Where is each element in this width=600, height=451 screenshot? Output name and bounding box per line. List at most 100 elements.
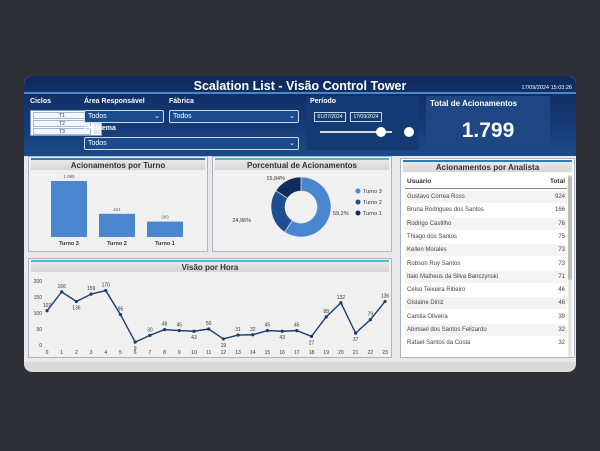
- x-tick-label: 14: [250, 350, 256, 356]
- table-row[interactable]: Abimael dos Santos Felizardo 32: [405, 324, 567, 336]
- slice-label: 59,2%: [333, 211, 349, 217]
- col-total[interactable]: Total: [550, 178, 565, 185]
- x-tick-label: 10: [191, 350, 197, 356]
- data-label: 1.065: [63, 174, 75, 179]
- data-point: [162, 328, 167, 332]
- data-label: 45: [176, 323, 182, 329]
- ciclo-item[interactable]: T2: [33, 120, 91, 127]
- row-total: 75: [558, 233, 565, 240]
- data-label: 37: [353, 337, 359, 343]
- x-tick-label: 3: [90, 350, 93, 356]
- x-tick-label: 23: [382, 350, 388, 356]
- hora-panel: Visão por Hora 0 50 100 150 200 107 0 166 1 136 2 1…: [28, 258, 392, 358]
- table-scrollbar-thumb[interactable]: [568, 176, 572, 280]
- data-label: 136: [72, 305, 81, 311]
- bar: [147, 221, 183, 237]
- hora-line-chart: 0501001502001070166113621593170495596307…: [34, 279, 390, 356]
- data-point: [148, 333, 152, 337]
- data-point: [118, 313, 123, 317]
- series-line: [46, 289, 386, 344]
- bar: [51, 181, 87, 237]
- periodo-start-date[interactable]: 01/07/2024: [314, 112, 346, 122]
- table-row[interactable]: Gustavo Correa Ross 924: [405, 191, 567, 203]
- data-point: [309, 334, 314, 338]
- row-usuario: Bruna Rodrigues dos Santos: [407, 207, 484, 214]
- row-total: 166: [554, 207, 565, 214]
- total-value: 1.799: [461, 119, 515, 142]
- x-tick-label: 7: [148, 350, 151, 356]
- ciclo-item[interactable]: T3: [33, 128, 91, 135]
- x-tick-label: 13: [235, 350, 241, 356]
- x-tick-label: 15: [265, 350, 271, 356]
- y-tick-label: 150: [34, 295, 43, 301]
- data-label: 293: [161, 215, 169, 220]
- data-point: [236, 333, 240, 337]
- data-point: [221, 337, 225, 341]
- row-usuario: Italo Matheus da Silva Banczynski: [407, 273, 499, 280]
- row-total: 32: [558, 327, 565, 333]
- data-label: 27: [309, 340, 315, 346]
- area-dropdown[interactable]: Todos ⌄: [84, 110, 164, 123]
- data-label: 50: [206, 321, 212, 327]
- x-tick-label: Turno 2: [107, 241, 127, 247]
- table-row[interactable]: Rodrigo Castilho 76: [405, 217, 567, 230]
- row-total: 73: [558, 247, 565, 254]
- data-point: [295, 329, 299, 333]
- y-tick-label: 50: [36, 327, 42, 333]
- legend-label: Turno 2: [363, 200, 382, 206]
- x-tick-label: 20: [338, 350, 344, 356]
- table-row[interactable]: Celso Teixeira Ribeiro 46: [405, 284, 567, 297]
- row-total: 71: [558, 273, 565, 280]
- periodo-slider-start-handle[interactable]: [376, 127, 386, 137]
- data-label: 43: [191, 335, 197, 341]
- x-tick-label: 4: [104, 350, 107, 356]
- table-row[interactable]: Kellen Morales 73: [405, 244, 567, 257]
- problema-dropdown[interactable]: Todos ⌄: [84, 137, 299, 150]
- row-usuario: Celso Teixeira Ribeiro: [407, 287, 466, 294]
- ciclo-item[interactable]: T1: [33, 112, 91, 119]
- data-label: 45: [294, 323, 300, 329]
- data-point: [368, 318, 372, 322]
- x-tick-label: 19: [323, 350, 329, 356]
- periodo-slider-end-handle[interactable]: [404, 127, 414, 137]
- data-label: 30: [147, 327, 153, 333]
- row-usuario: Gislaine Diniz: [407, 300, 444, 307]
- y-tick-label: 0: [39, 343, 42, 349]
- data-point: [74, 299, 78, 304]
- table-row[interactable]: Bruna Rodrigues dos Santos 166: [405, 204, 567, 217]
- fabrica-dropdown[interactable]: Todos ⌄: [169, 110, 299, 123]
- legend-swatch: [355, 188, 361, 194]
- data-point: [265, 329, 270, 333]
- table-row[interactable]: Robson Ruy Santos 73: [405, 257, 567, 270]
- percent-panel: Porcentual de Acionamentos 59,2% 24,96% 15…: [212, 156, 392, 252]
- turno-panel: Acionamentos por Turno 1.065 Turno 3 441 Tu…: [28, 156, 208, 252]
- row-total: 76: [558, 220, 565, 227]
- table-row[interactable]: Gislaine Diniz 46: [405, 297, 567, 310]
- data-point: [207, 327, 211, 331]
- row-total: 73: [558, 260, 565, 267]
- periodo-end-date[interactable]: 17/09/2024: [350, 112, 382, 122]
- data-label: 136: [381, 293, 390, 299]
- data-label: 170: [102, 283, 111, 289]
- table-row[interactable]: Italo Matheus da Silva Banczynski 71: [405, 270, 567, 283]
- slice-label: 24,96%: [232, 218, 251, 224]
- data-point: [324, 315, 328, 319]
- dashboard: Scalation List - Visão Control Tower 17/…: [24, 76, 576, 362]
- x-tick-label: 0: [46, 350, 49, 356]
- row-usuario: Rafael Santos da Costa: [407, 340, 471, 347]
- y-tick-label: 200: [34, 279, 43, 285]
- legend-swatch: [355, 210, 361, 216]
- col-usuario[interactable]: Usuário: [407, 178, 431, 185]
- data-point: [251, 333, 255, 337]
- row-total: 39: [558, 313, 565, 320]
- table-row[interactable]: Rafael Santos da Costa 32: [405, 337, 567, 350]
- data-label: 32: [250, 327, 256, 333]
- table-row[interactable]: Camila Oliveira 39: [405, 310, 567, 323]
- row-usuario: Gustavo Correa Ross: [407, 194, 465, 200]
- title-underline: [24, 92, 576, 94]
- row-usuario: Abimael dos Santos Felizardo: [407, 327, 487, 333]
- data-point: [60, 290, 64, 294]
- table-row[interactable]: Thiago dos Santos 75: [405, 230, 567, 243]
- table-header: Usuário Total: [405, 175, 567, 189]
- problema-label: Problema: [84, 125, 116, 132]
